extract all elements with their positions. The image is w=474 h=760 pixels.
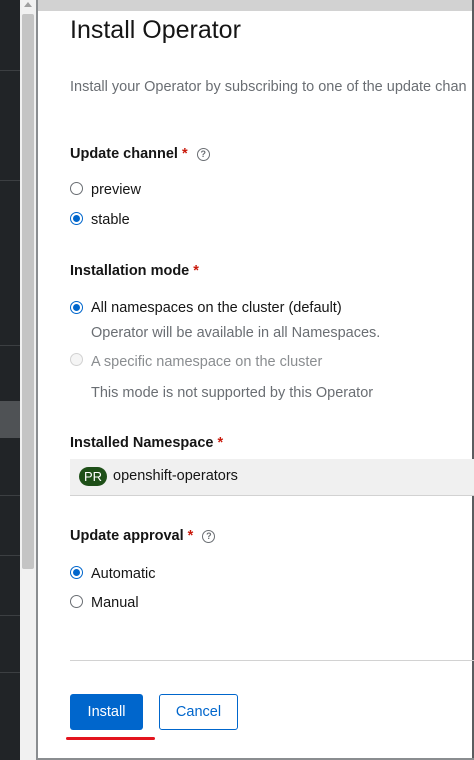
radio-manual[interactable] xyxy=(70,595,83,608)
radio-label-specific-namespace: A specific namespace on the cluster xyxy=(91,354,323,370)
radio-stable[interactable] xyxy=(70,212,83,225)
all-namespaces-description: Operator will be available in all Namesp… xyxy=(91,325,381,341)
scrollbar-thumb[interactable] xyxy=(22,14,34,569)
nav-divider xyxy=(0,495,20,496)
install-button[interactable]: Install xyxy=(70,694,143,730)
project-badge: PR xyxy=(79,467,108,486)
radio-label-manual[interactable]: Manual xyxy=(91,595,139,611)
installation-mode-label: Installation mode * xyxy=(70,263,199,279)
window-frame-top xyxy=(36,0,474,11)
update-approval-label: Update approval * ? xyxy=(70,528,216,544)
required-mark: * xyxy=(217,435,224,451)
installed-namespace-value: openshift-operators xyxy=(113,468,238,484)
nav-divider xyxy=(0,672,20,673)
annotation-underline xyxy=(66,737,155,740)
footer-divider xyxy=(70,660,474,661)
radio-label-preview[interactable]: preview xyxy=(91,182,141,198)
scroll-up-arrow-icon[interactable] xyxy=(24,2,32,7)
update-channel-label-text: Update channel xyxy=(70,146,178,162)
question-circle-icon[interactable]: ? xyxy=(196,148,210,161)
installation-mode-label-text: Installation mode xyxy=(70,263,190,279)
installed-namespace-label-text: Installed Namespace xyxy=(70,435,214,451)
page-title: Install Operator xyxy=(70,16,241,44)
question-circle-icon[interactable]: ? xyxy=(202,530,216,543)
radio-all-namespaces[interactable] xyxy=(70,301,83,314)
page-description: Install your Operator by subscribing to … xyxy=(70,79,467,95)
installed-namespace-label: Installed Namespace * xyxy=(70,435,223,451)
nav-item-active[interactable] xyxy=(0,401,20,438)
specific-namespace-description: This mode is not supported by this Opera… xyxy=(91,385,374,401)
side-navigation xyxy=(0,0,20,760)
installed-namespace-field: PR openshift-operators xyxy=(70,459,474,496)
nav-divider xyxy=(0,615,20,616)
nav-divider xyxy=(0,555,20,556)
required-mark: * xyxy=(187,528,194,544)
nav-divider xyxy=(0,345,20,346)
required-mark: * xyxy=(182,146,188,162)
nav-divider xyxy=(0,180,20,181)
radio-label-stable[interactable]: stable xyxy=(91,212,130,228)
window-frame-left xyxy=(36,0,38,760)
radio-specific-namespace xyxy=(70,353,83,366)
nav-divider xyxy=(0,70,20,71)
update-approval-label-text: Update approval xyxy=(70,528,184,544)
cancel-button[interactable]: Cancel xyxy=(159,694,238,730)
radio-automatic[interactable] xyxy=(70,566,83,579)
required-mark: * xyxy=(193,263,199,279)
radio-preview[interactable] xyxy=(70,182,83,195)
update-channel-label: Update channel * ? xyxy=(70,146,210,162)
radio-label-all-namespaces[interactable]: All namespaces on the cluster (default) xyxy=(91,300,342,316)
radio-label-automatic[interactable]: Automatic xyxy=(91,566,155,582)
